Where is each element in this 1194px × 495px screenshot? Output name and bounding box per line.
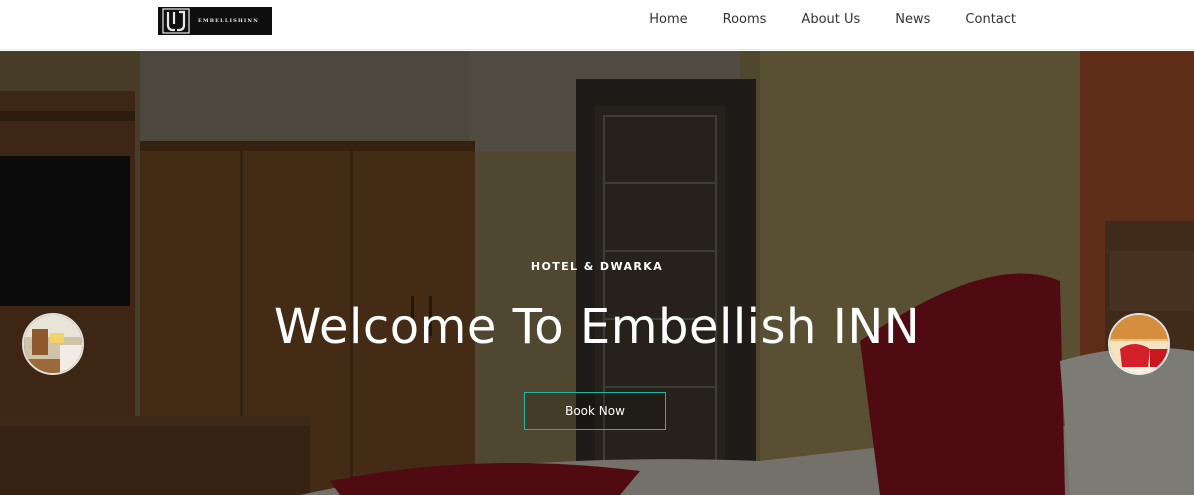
hero-title: Welcome To Embellish INN — [273, 299, 921, 355]
prev-slide-thumbnail[interactable] — [22, 313, 84, 375]
nav-about-us[interactable]: About Us — [801, 12, 860, 27]
nav-contact[interactable]: Contact — [965, 12, 1016, 27]
ej-monogram-icon — [158, 7, 194, 35]
book-now-button[interactable]: Book Now — [524, 392, 666, 430]
main-nav: Home Rooms About Us News Contact — [649, 0, 1016, 38]
brand-logo[interactable]: EMBELLISHINN — [158, 7, 272, 35]
next-slide-thumbnail[interactable] — [1108, 313, 1170, 375]
nav-rooms[interactable]: Rooms — [723, 12, 767, 27]
nav-news[interactable]: News — [895, 12, 930, 27]
hero-banner: HOTEL & DWARKA Welcome To Embellish INN … — [0, 51, 1194, 495]
hero-subtitle: HOTEL & DWARKA — [530, 260, 664, 273]
nav-home[interactable]: Home — [649, 12, 687, 27]
brand-logo-text: EMBELLISHINN — [198, 18, 259, 24]
site-header: EMBELLISHINN Home Rooms About Us News Co… — [0, 0, 1194, 50]
